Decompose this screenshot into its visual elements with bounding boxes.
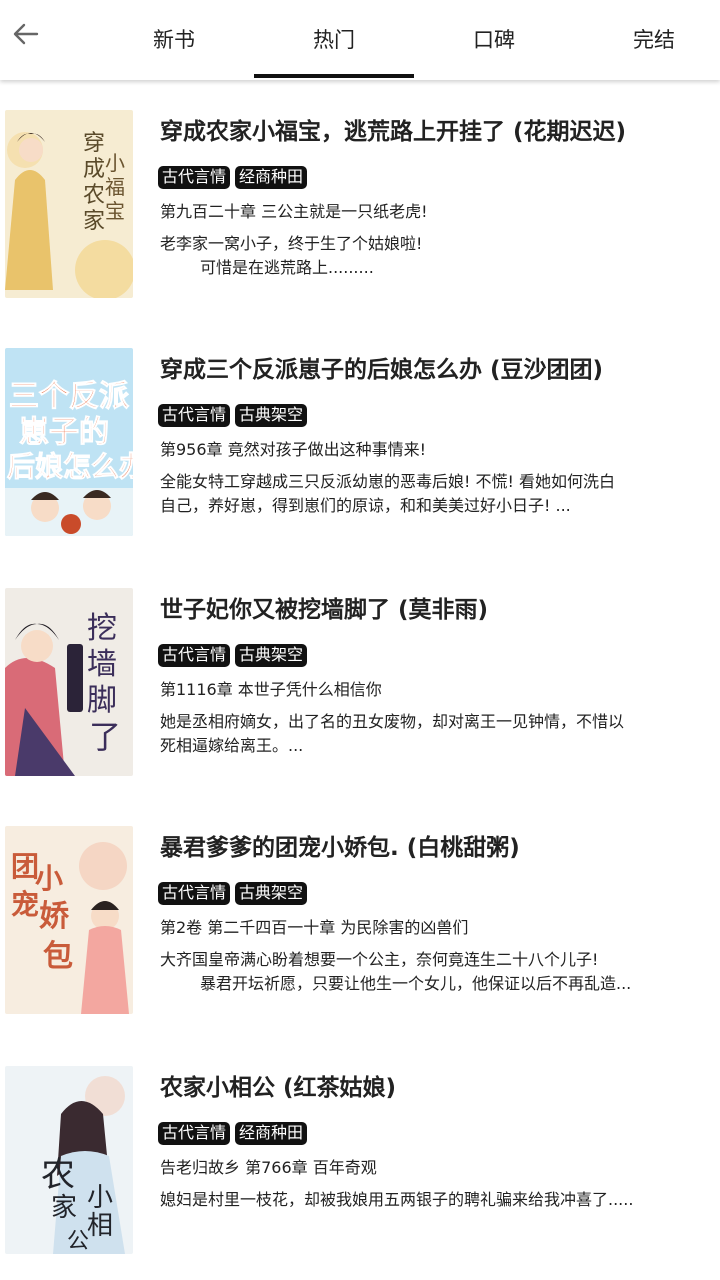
book-tags: 古代言情 经商种田 — [158, 166, 308, 189]
svg-text:福: 福 — [105, 175, 125, 199]
description-line: 全能女特工穿越成三只反派幼崽的恶毒后娘! 不慌! 看她如何洗白 — [160, 472, 616, 491]
book-title[interactable]: 世子妃你又被挖墙脚了 (莫非雨) — [160, 590, 715, 624]
tab-hot[interactable]: 热门 — [254, 0, 414, 78]
svg-text:公: 公 — [67, 1229, 89, 1254]
svg-text:农: 农 — [41, 1155, 75, 1195]
description-line: 暴君开坛祈愿，只要让他生一个女儿，他保证以后不再乱造... — [200, 974, 632, 993]
book-tags: 古代言情 经商种田 — [158, 1122, 308, 1145]
svg-text:崽子的: 崽子的 — [19, 415, 109, 450]
svg-text:小: 小 — [105, 151, 125, 175]
svg-text:挖: 挖 — [87, 611, 117, 646]
description-line: 媳妇是村里一枝花，却被我娘用五两银子的聘礼骗来给我冲喜了..... — [160, 1190, 634, 1209]
tag-badge[interactable]: 古代言情 — [158, 404, 231, 427]
book-tags: 古代言情 古典架空 — [158, 882, 308, 905]
book-description: 老李家一窝小子，终于生了个姑娘啦! 可惜是在逃荒路上......... — [160, 232, 720, 280]
top-nav-bar: 新书 热门 口碑 完结 — [0, 0, 720, 80]
book-tags: 古代言情 古典架空 — [158, 644, 308, 667]
tag-badge[interactable]: 经商种田 — [235, 1122, 308, 1145]
book-title[interactable]: 暴君爹爹的团宠小娇包. (白桃甜粥) — [160, 828, 715, 862]
description-line: 自己，养好崽，得到崽们的原谅，和和美美过好小日子! ... — [160, 496, 571, 515]
svg-text:宠: 宠 — [11, 888, 39, 921]
svg-text:了: 了 — [89, 718, 121, 756]
book-description: 媳妇是村里一枝花，却被我娘用五两银子的聘礼骗来给我冲喜了..... — [160, 1188, 720, 1212]
arrow-left-icon — [13, 23, 39, 45]
description-line: 死相逼嫁给离王。... — [160, 736, 304, 755]
svg-text:小: 小 — [87, 1183, 113, 1213]
latest-chapter: 第956章 竟然对孩子做出这种事情来! — [160, 440, 427, 459]
description-line: 大齐国皇帝满心盼着想要一个公主，奈何竟连生二十八个儿子! — [160, 950, 599, 969]
book-item[interactable]: 团 小 宠 娇 包 暴君爹爹的团宠小娇包. (白桃甜粥) 古代言情 古典架空 第… — [0, 826, 720, 1026]
svg-text:宝: 宝 — [105, 199, 125, 223]
book-title[interactable]: 农家小相公 (红茶姑娘) — [160, 1068, 715, 1102]
book-cover[interactable]: 挖 墙 脚 了 — [5, 588, 133, 776]
tag-badge[interactable]: 经商种田 — [235, 166, 308, 189]
book-title[interactable]: 穿成三个反派崽子的后娘怎么办 (豆沙团团) — [160, 350, 715, 384]
book-title[interactable]: 穿成农家小福宝，逃荒路上开挂了 (花期迟迟) — [160, 112, 715, 146]
book-item[interactable]: 三个反派 崽子的 后娘怎么办 穿成三个反派崽子的后娘怎么办 (豆沙团团) 古代言… — [0, 348, 720, 548]
description-line: 她是丞相府嫡女，出了名的丑女废物，却对离王一见钟情，不惜以 — [160, 712, 625, 731]
description-line: 老李家一窝小子，终于生了个姑娘啦! — [160, 234, 423, 253]
tag-badge[interactable]: 古典架空 — [235, 404, 308, 427]
tab-completed[interactable]: 完结 — [574, 0, 720, 78]
book-item[interactable]: 穿 成 农 家 小 福 宝 穿成农家小福宝，逃荒路上开挂了 (花期迟迟) 古代言… — [0, 110, 720, 310]
tag-badge[interactable]: 古代言情 — [158, 1122, 231, 1145]
svg-text:后娘怎么办: 后娘怎么办 — [7, 450, 133, 483]
book-item[interactable]: 农 家 小 相 公 农家小相公 (红茶姑娘) 古代言情 经商种田 告老归故乡 第… — [0, 1066, 720, 1266]
svg-text:脚: 脚 — [87, 683, 117, 718]
svg-text:娇: 娇 — [39, 899, 70, 934]
latest-chapter: 告老归故乡 第766章 百年奇观 — [160, 1158, 377, 1177]
svg-text:小: 小 — [35, 862, 63, 895]
back-button[interactable] — [6, 14, 46, 54]
tab-new[interactable]: 新书 — [94, 0, 254, 78]
book-description: 大齐国皇帝满心盼着想要一个公主，奈何竟连生二十八个儿子! 暴君开坛祈愿，只要让他… — [160, 948, 720, 996]
tag-badge[interactable]: 古代言情 — [158, 882, 231, 905]
book-tags: 古代言情 古典架空 — [158, 404, 308, 427]
book-cover[interactable]: 三个反派 崽子的 后娘怎么办 — [5, 348, 133, 536]
latest-chapter: 第1116章 本世子凭什么相信你 — [160, 680, 382, 699]
latest-chapter: 第2卷 第二千四百一十章 为民除害的凶兽们 — [160, 918, 469, 937]
svg-text:家: 家 — [51, 1193, 77, 1223]
svg-text:墙: 墙 — [87, 647, 117, 682]
tag-badge[interactable]: 古代言情 — [158, 644, 231, 667]
tag-badge[interactable]: 古典架空 — [235, 644, 308, 667]
book-description: 她是丞相府嫡女，出了名的丑女废物，却对离王一见钟情，不惜以 死相逼嫁给离王。..… — [160, 710, 720, 758]
description-line: 可惜是在逃荒路上......... — [200, 258, 374, 277]
book-cover[interactable]: 农 家 小 相 公 — [5, 1066, 133, 1254]
book-cover[interactable]: 团 小 宠 娇 包 — [5, 826, 133, 1014]
tab-reputation[interactable]: 口碑 — [414, 0, 574, 78]
svg-text:家: 家 — [83, 209, 105, 234]
tag-badge[interactable]: 古典架空 — [235, 882, 308, 905]
svg-text:农: 农 — [83, 183, 105, 208]
book-cover[interactable]: 穿 成 农 家 小 福 宝 — [5, 110, 133, 298]
svg-text:成: 成 — [83, 157, 105, 182]
svg-text:包: 包 — [43, 939, 73, 974]
latest-chapter: 第九百二十章 三公主就是一只纸老虎! — [160, 202, 428, 221]
book-item[interactable]: 挖 墙 脚 了 世子妃你又被挖墙脚了 (莫非雨) 古代言情 古典架空 第1116… — [0, 588, 720, 788]
svg-text:三个反派: 三个反派 — [9, 379, 129, 414]
book-description: 全能女特工穿越成三只反派幼崽的恶毒后娘! 不慌! 看她如何洗白 自己，养好崽，得… — [160, 470, 720, 518]
svg-text:穿: 穿 — [83, 131, 105, 156]
active-tab-indicator — [254, 74, 414, 78]
svg-text:相: 相 — [87, 1211, 113, 1241]
tag-badge[interactable]: 古代言情 — [158, 166, 231, 189]
